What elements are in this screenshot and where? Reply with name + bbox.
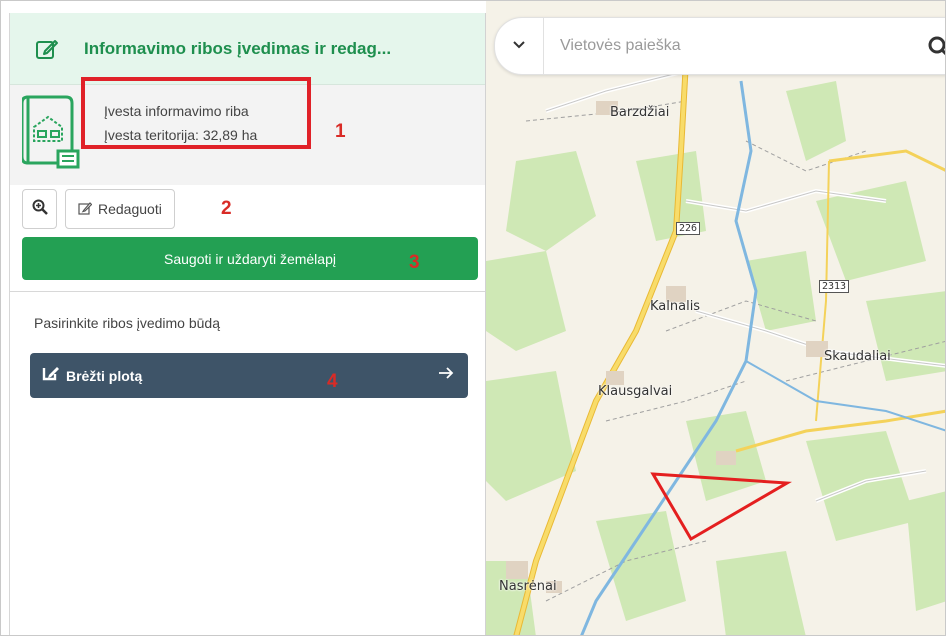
road-badge-226: 226	[676, 222, 701, 235]
edit-square-icon	[34, 36, 60, 62]
zoom-to-boundary-button[interactable]	[22, 189, 57, 229]
place-label-barzdziai: Barzdžiai	[610, 105, 670, 120]
location-search-bar: Vietovės paieška	[494, 17, 945, 75]
edit-button[interactable]: Redaguoti	[65, 189, 175, 229]
divider	[10, 291, 485, 292]
place-label-kalnalis: Kalnalis	[650, 299, 701, 314]
map-canvas[interactable]	[486, 1, 946, 636]
callout-3: 3	[409, 252, 420, 273]
draw-shape-icon	[42, 365, 60, 386]
road-badge-2313: 2313	[819, 280, 850, 293]
pencil-icon	[78, 201, 93, 218]
app-window: Informavimo ribos įvedimas ir redag... Į…	[0, 0, 946, 636]
map-view[interactable]: Barzdžiai Kalnalis Skaudaliai Klausgalva…	[486, 1, 946, 636]
panel-header: Informavimo ribos įvedimas ir redag...	[10, 13, 485, 85]
search-input[interactable]: Vietovės paieška	[560, 37, 681, 55]
tool-buttons: Redaguoti	[22, 189, 175, 229]
chevron-down-icon	[512, 37, 526, 55]
land-plan-icon	[20, 93, 82, 171]
draw-area-label: Brėžti plotą	[66, 367, 143, 384]
annotation-box-1	[81, 77, 311, 149]
search-icon[interactable]	[928, 36, 945, 63]
search-dropdown-toggle[interactable]	[495, 18, 544, 74]
zoom-in-icon	[32, 199, 48, 220]
panel-title: Informavimo ribos įvedimas ir redag...	[84, 38, 392, 58]
place-label-nasrenai: Nasrėnai	[499, 579, 557, 594]
callout-4: 4	[327, 371, 338, 392]
place-label-skaudaliai: Skaudaliai	[824, 349, 891, 364]
input-method-prompt: Pasirinkite ribos įvedimo būdą	[34, 315, 220, 331]
edit-button-label: Redaguoti	[98, 201, 162, 217]
draw-area-button[interactable]: Brėžti plotą	[30, 353, 468, 398]
callout-1: 1	[335, 121, 346, 142]
save-button-label: Saugoti ir uždaryti žemėlapį	[164, 250, 336, 267]
arrow-right-icon	[438, 365, 454, 386]
callout-2: 2	[221, 198, 232, 219]
place-label-klausgalvai: Klausgalvai	[598, 384, 673, 399]
